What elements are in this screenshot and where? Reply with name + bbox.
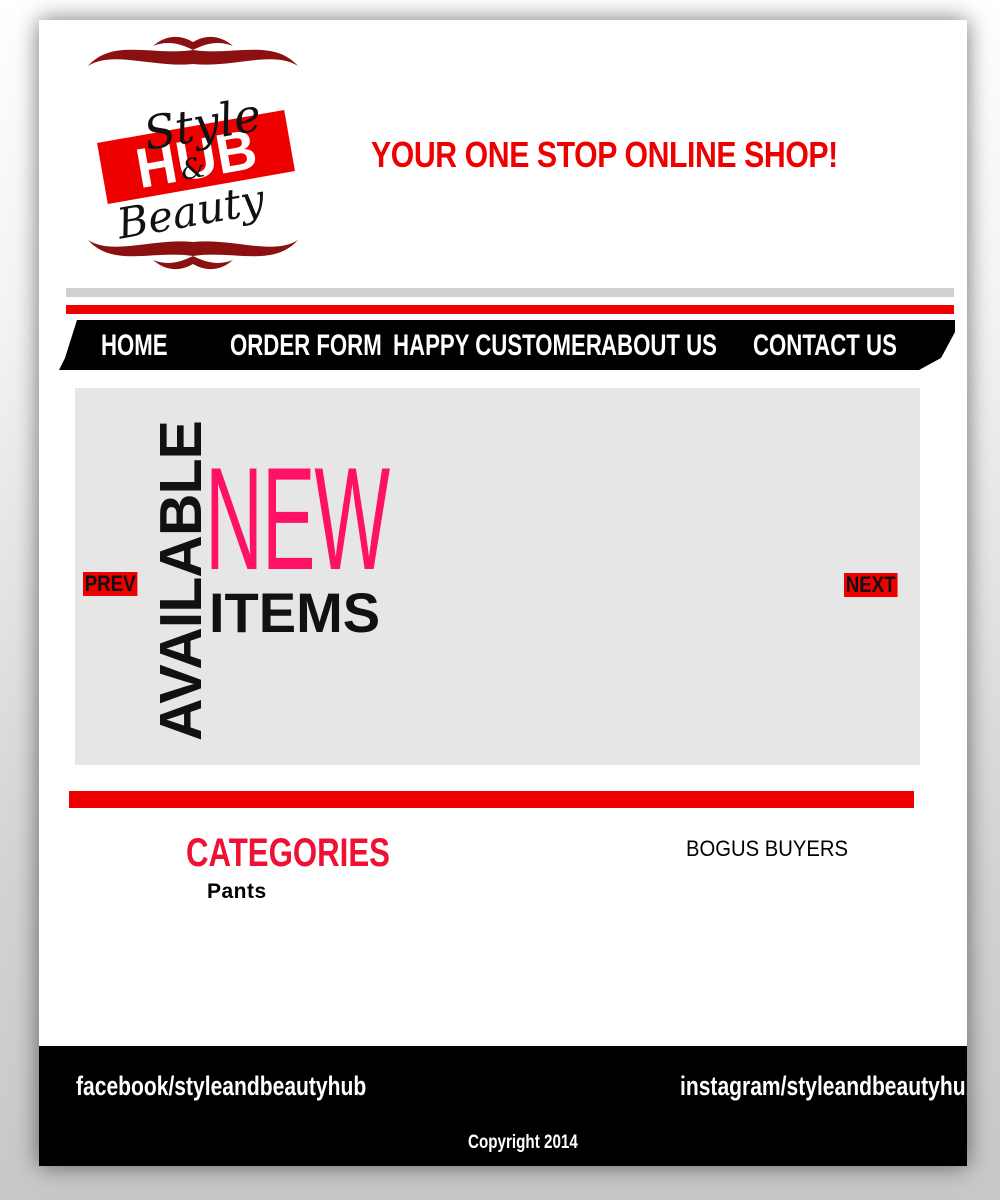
bogus-buyers-heading: BOGUS BUYERS (686, 836, 848, 861)
category-link-pants[interactable]: Pants (207, 880, 267, 904)
divider-red-lower (69, 791, 914, 808)
banner-new-text: NEW (205, 437, 390, 600)
logo-top-flourish (88, 36, 298, 66)
facebook-link[interactable]: facebook/styleandbeautyhub (76, 1071, 366, 1102)
site-tagline: YOUR ONE STOP ONLINE SHOP! (371, 134, 838, 175)
style-beauty-hub-logo[interactable]: HUB Style & Beauty (83, 28, 303, 280)
nav-happy-customer[interactable]: HAPPY CUSTOMER (393, 326, 602, 366)
divider-gray (66, 288, 954, 297)
instagram-link[interactable]: instagram/styleandbeautyhub (680, 1071, 967, 1102)
categories-heading: CATEGORIES (186, 831, 390, 875)
page-container: HUB Style & Beauty YOUR ONE STOP ONLINE … (39, 20, 967, 1166)
divider-red (66, 305, 954, 314)
logo-bottom-flourish (88, 240, 298, 270)
slider-prev-button[interactable]: PREV (83, 572, 138, 596)
copyright-text: Copyright 2014 (468, 1132, 578, 1153)
nav-about-us[interactable]: ABOUT US (601, 326, 717, 366)
slider-next-button[interactable]: NEXT (844, 573, 898, 597)
nav-order-form[interactable]: ORDER FORM (230, 326, 382, 366)
footer: facebook/styleandbeautyhub instagram/sty… (39, 1046, 967, 1166)
featured-slider: PREV AVAILABLE NEW ITEMS NEXT (75, 388, 920, 765)
banner-items-text: ITEMS (209, 581, 381, 644)
nav-home[interactable]: HOME (101, 326, 168, 366)
nav-contact-us[interactable]: CONTACT US (753, 326, 897, 366)
banner-available-text: AVAILABLE (148, 421, 214, 741)
